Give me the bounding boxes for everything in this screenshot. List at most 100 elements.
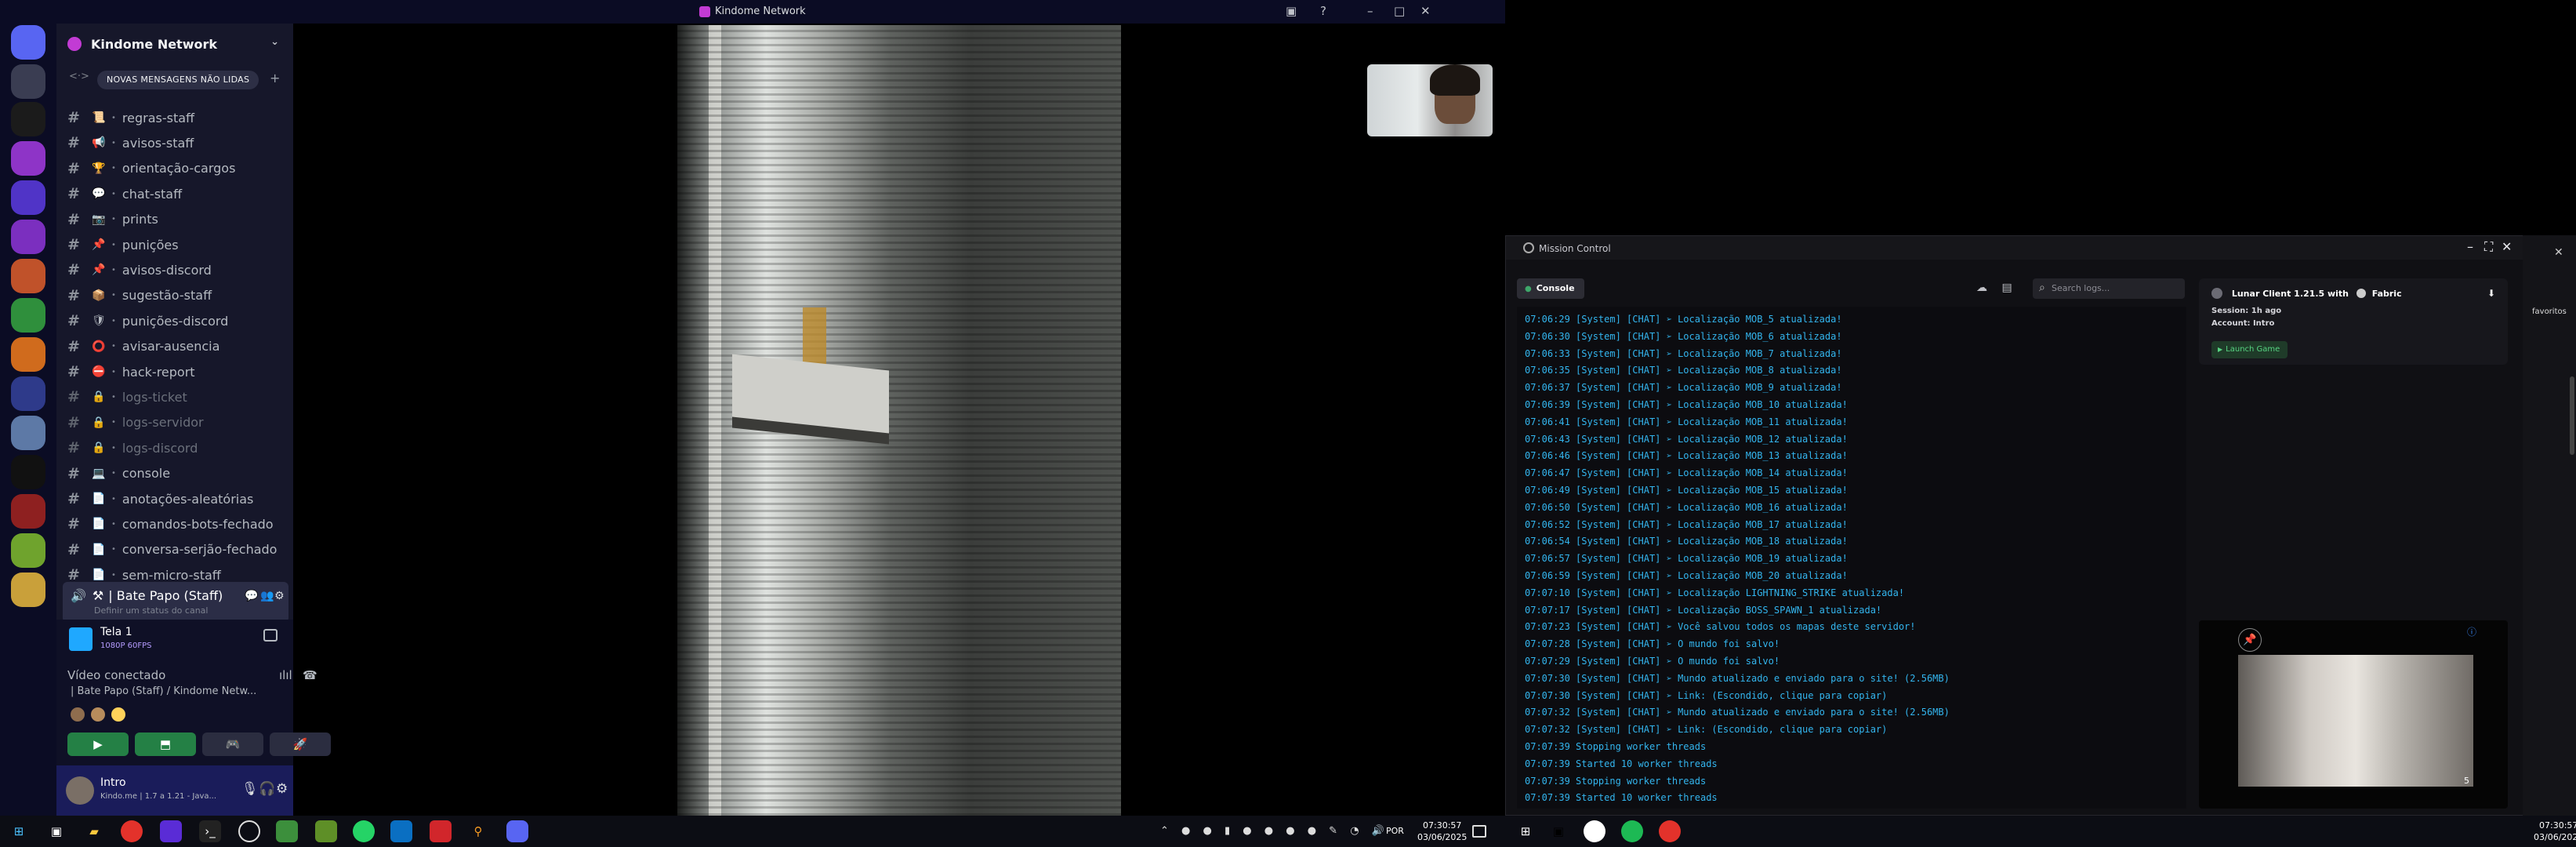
soundboard-button[interactable]: 🚀 bbox=[270, 732, 331, 756]
channel-item[interactable]: # 📄 • conversa-serjão-fechado bbox=[67, 537, 287, 562]
server-icon[interactable] bbox=[11, 573, 45, 607]
participant-avatar[interactable] bbox=[69, 706, 86, 723]
close-button[interactable]: ✕ bbox=[2502, 239, 2512, 254]
download-icon[interactable]: ⬇ bbox=[2487, 288, 2495, 299]
task-view-icon[interactable]: ▣ bbox=[45, 820, 67, 842]
notifications-icon[interactable] bbox=[1472, 825, 1486, 838]
close-button[interactable]: ✕ bbox=[1420, 4, 1431, 18]
inbox-icon[interactable]: ▣ bbox=[1286, 4, 1297, 18]
info-icon[interactable]: ⓘ bbox=[2467, 625, 2476, 638]
channel-item[interactable]: # 🔒 • logs-ticket bbox=[67, 384, 287, 409]
floating-video-player[interactable]: 📌 ⓘ 5 bbox=[2199, 620, 2508, 809]
scrollbar[interactable] bbox=[2570, 376, 2574, 455]
channel-item[interactable]: # 📦 • sugestão-staff bbox=[67, 283, 287, 308]
channel-item[interactable]: # 🔒 • logs-discord bbox=[67, 435, 287, 460]
share-screen-button[interactable]: ⬒ bbox=[135, 732, 196, 756]
maximize-button[interactable]: □ bbox=[1394, 4, 1405, 18]
server-icon[interactable] bbox=[11, 455, 45, 489]
launch-game-button[interactable]: Launch Game bbox=[2211, 341, 2288, 358]
minimize-button[interactable]: – bbox=[1367, 4, 1373, 18]
channel-item[interactable]: # 🔒 • logs-servidor bbox=[67, 410, 287, 435]
folder-icon[interactable]: ▤ bbox=[2001, 282, 2012, 294]
server-header[interactable]: Kindome Network ⌄ bbox=[56, 24, 293, 64]
minimize-button[interactable]: – bbox=[2467, 239, 2473, 254]
start-icon[interactable]: ⊞ bbox=[8, 820, 30, 842]
server-icon[interactable] bbox=[11, 494, 45, 529]
discord-icon[interactable] bbox=[506, 820, 528, 842]
invite-icon[interactable]: 👥 bbox=[260, 590, 274, 602]
channel-item[interactable]: # ⭕ • avisar-ausencia bbox=[67, 334, 287, 359]
new-messages-badge[interactable]: NOVAS MENSAGENS NÃO LIDAS bbox=[97, 71, 259, 89]
app-icon[interactable] bbox=[430, 820, 452, 842]
camera-button[interactable]: ▶ bbox=[67, 732, 129, 756]
microphone-icon[interactable]: 🎙 bbox=[241, 781, 259, 797]
app-icon[interactable] bbox=[160, 820, 182, 842]
channel-item[interactable]: # 🛡 • punições-discord bbox=[67, 308, 287, 333]
participant-avatar[interactable] bbox=[110, 706, 127, 723]
add-channel-icon[interactable]: + bbox=[270, 71, 280, 85]
spotify-icon[interactable] bbox=[1621, 820, 1643, 842]
server-icon-kindome[interactable] bbox=[11, 141, 45, 176]
chrome-icon[interactable] bbox=[1659, 820, 1681, 842]
channel-item[interactable]: # 📌 • avisos-discord bbox=[67, 257, 287, 282]
channel-item[interactable]: # 📄 • comandos-bots-fechado bbox=[67, 511, 287, 536]
channel-item[interactable]: # 📄 • anotações-aleatórias bbox=[67, 486, 287, 511]
server-icon[interactable] bbox=[11, 259, 45, 293]
file-explorer-icon[interactable]: ▰ bbox=[83, 820, 105, 842]
user-settings-icon[interactable]: ⚙ bbox=[276, 781, 288, 797]
channel-item[interactable]: # ⛔ • hack-report bbox=[67, 359, 287, 384]
maximize-button[interactable]: ⛶ bbox=[2484, 239, 2493, 255]
active-voice-channel[interactable]: 🔊 ⚒ | Bate Papo (Staff) Definir um statu… bbox=[63, 582, 288, 623]
channel-item[interactable]: # 📜 • regras-staff bbox=[67, 105, 287, 130]
app-icon[interactable] bbox=[238, 820, 260, 842]
server-icon[interactable] bbox=[11, 533, 45, 568]
server-icon[interactable] bbox=[11, 220, 45, 254]
channel-item[interactable]: # 💻 • console bbox=[67, 461, 287, 486]
minecraft-icon[interactable] bbox=[276, 820, 298, 842]
chevron-down-icon[interactable]: ⌄ bbox=[270, 36, 279, 48]
signal-bars-icon[interactable]: ılıl bbox=[279, 668, 292, 682]
search-icon[interactable]: ⚲ bbox=[467, 820, 489, 842]
server-icon[interactable] bbox=[11, 337, 45, 372]
search-logs-input[interactable]: Search logs... bbox=[2033, 278, 2185, 299]
popout-icon[interactable] bbox=[263, 629, 278, 642]
favorites-label[interactable]: favoritos bbox=[2532, 307, 2567, 316]
server-icon[interactable] bbox=[11, 102, 45, 136]
help-icon[interactable]: ? bbox=[1320, 4, 1326, 18]
taskbar-clock[interactable]: 07:30:57 03/06/2025 bbox=[2534, 820, 2576, 843]
close-icon[interactable]: ✕ bbox=[2554, 246, 2563, 259]
upload-icon[interactable]: ☁ bbox=[1976, 282, 1987, 294]
channel-item[interactable]: # 💬 • chat-staff bbox=[67, 181, 287, 206]
headphones-icon[interactable]: 🎧 bbox=[259, 781, 275, 797]
terminal-icon[interactable]: ›_ bbox=[199, 820, 221, 842]
whatsapp-icon[interactable] bbox=[353, 820, 375, 842]
channel-item[interactable]: # 📢 • avisos-staff bbox=[67, 130, 287, 155]
pin-icon[interactable]: 📌 bbox=[2238, 628, 2262, 652]
participant-avatar[interactable] bbox=[89, 706, 107, 723]
start-icon[interactable]: ⊞ bbox=[1515, 820, 1537, 842]
category-nav-icon[interactable]: <·> bbox=[69, 71, 89, 82]
console-log[interactable]: 07:06:29 [System] [CHAT] ➢ Localização M… bbox=[1517, 307, 2186, 809]
activities-button[interactable]: 🎮 bbox=[202, 732, 263, 756]
disconnect-icon[interactable]: ☎ bbox=[303, 668, 317, 682]
app-icon[interactable] bbox=[1584, 820, 1605, 842]
settings-icon[interactable]: ⚙ bbox=[274, 590, 285, 602]
channel-status-hint[interactable]: Definir um status do canal bbox=[94, 605, 208, 616]
channel-item[interactable]: # 📷 • prints bbox=[67, 207, 287, 232]
server-icon[interactable] bbox=[11, 64, 45, 99]
language-indicator[interactable]: POR bbox=[1386, 826, 1404, 836]
system-tray[interactable]: ⌃ ● ● ▮ ● ● ● ● ✎ ◔ 🔊 bbox=[1160, 825, 1389, 837]
chat-icon[interactable]: 💬 bbox=[245, 590, 258, 602]
chrome-icon[interactable] bbox=[121, 820, 143, 842]
channel-item[interactable]: # 🏆 • orientação-cargos bbox=[67, 156, 287, 181]
channel-item[interactable]: # 📌 • punições bbox=[67, 232, 287, 257]
taskbar-clock[interactable]: 07:30:57 03/06/2025 bbox=[1417, 820, 1467, 843]
server-icon[interactable] bbox=[11, 298, 45, 333]
tab-console[interactable]: Console bbox=[1517, 278, 1584, 299]
task-view-icon[interactable]: ▣ bbox=[1547, 820, 1569, 842]
stream-preview-card[interactable]: Tela 1 1080P 60FPS bbox=[64, 620, 285, 659]
direct-messages-icon[interactable] bbox=[11, 25, 45, 60]
server-icon[interactable] bbox=[11, 180, 45, 215]
stream-video[interactable] bbox=[677, 25, 1121, 816]
vscode-icon[interactable] bbox=[390, 820, 412, 842]
